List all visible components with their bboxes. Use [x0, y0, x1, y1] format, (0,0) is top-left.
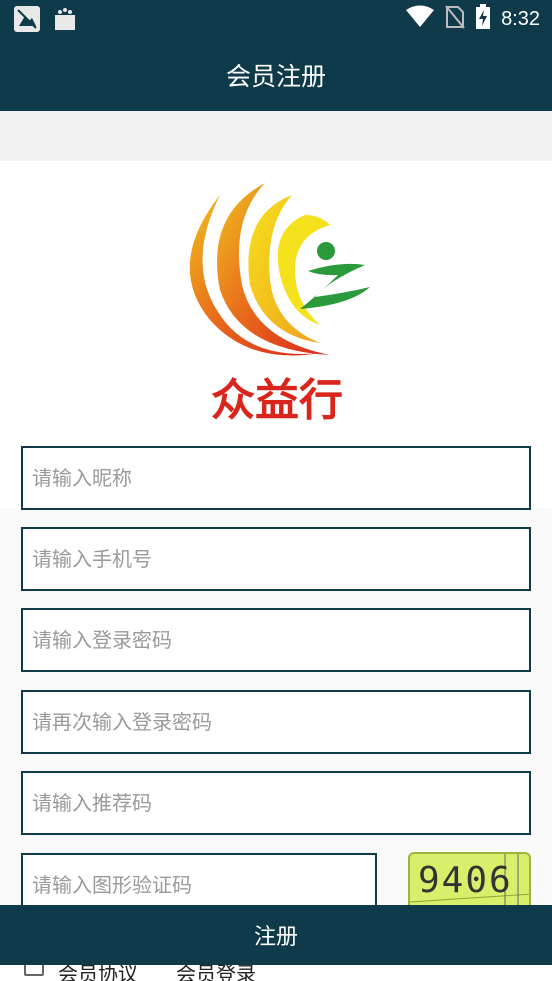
password-field-box: [21, 608, 531, 672]
referral-code-input[interactable]: [32, 791, 529, 815]
bag-notification-icon: [52, 6, 78, 32]
register-button[interactable]: 注册: [0, 905, 552, 965]
status-bar: 8:32: [0, 0, 552, 38]
password-confirm-input[interactable]: [32, 710, 529, 734]
logo-text: 众益行: [211, 375, 343, 425]
app-header: 会员注册: [0, 38, 552, 111]
wifi-icon: [405, 5, 435, 33]
no-sim-icon: [445, 5, 465, 33]
phone-field-box: [21, 527, 531, 591]
captcha-text: 9406: [418, 860, 513, 901]
password-confirm-field-box: [21, 690, 531, 754]
referral-field-box: [21, 771, 531, 835]
nickname-input[interactable]: [32, 466, 529, 490]
password-input[interactable]: [32, 628, 529, 652]
brand-logo: 众益行: [189, 183, 370, 425]
captcha-image[interactable]: 9406: [408, 852, 531, 912]
logo-area: 众益行: [0, 161, 552, 441]
nickname-field-box: [21, 446, 531, 510]
page-title: 会员注册: [225, 61, 326, 91]
header-spacer: [0, 111, 552, 161]
status-time: 8:32: [501, 7, 540, 30]
captcha-input[interactable]: [32, 873, 375, 897]
image-notification-icon: [14, 6, 40, 32]
register-button-label: 注册: [253, 925, 298, 950]
phone-input[interactable]: [32, 547, 529, 571]
battery-charging-icon: [475, 4, 491, 34]
